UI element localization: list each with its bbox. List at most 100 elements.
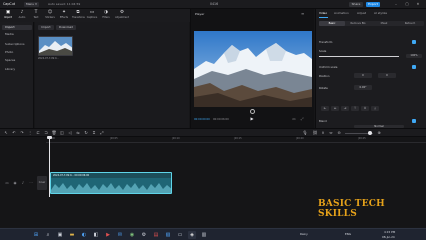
redo-icon[interactable]: ↷ [19,130,25,136]
subtab-remove-bg[interactable]: Remove BG [345,21,371,26]
file-explorer-icon[interactable]: ▬ [68,231,76,239]
delete-icon[interactable]: 🗑 [51,130,57,136]
tool-audio[interactable]: ♪ Audio [16,10,28,21]
notes-icon[interactable]: ▥ [200,231,208,239]
close-icon[interactable]: ✕ [414,1,422,7]
position-x-field[interactable]: 0 [354,73,372,78]
transform-toggle[interactable] [412,40,416,44]
sidebar-item-library[interactable]: Library [2,67,32,72]
align-left-icon[interactable]: ⇤ [321,106,329,111]
playhead[interactable] [49,137,50,197]
zoom-out-icon[interactable]: ⊖ [336,130,342,136]
track-more-icon[interactable]: ⋯ [28,180,34,186]
tool-transitions[interactable]: ⧉ Transitions [72,10,85,21]
play-icon[interactable]: ▶ [249,116,255,122]
zoom-in-icon[interactable]: ⊕ [376,130,382,136]
weather-status[interactable]: Rainy [300,232,308,236]
tool-stickers[interactable]: ☺ Stickers [44,10,56,21]
settings-icon[interactable]: ⚙ [140,231,148,239]
sidebar-item-photo[interactable]: Photo [2,50,32,55]
rotate-field[interactable]: 0.00° [354,85,372,90]
subtab-basic[interactable]: Basic [319,21,345,26]
tool-filters[interactable]: ◑ Filters [100,10,112,21]
uniform-scale-toggle[interactable] [412,65,416,69]
project-name[interactable]: 0416 [210,2,218,7]
rotate-icon[interactable]: ↻ [83,130,89,136]
edge-icon[interactable]: ◐ [80,231,88,239]
position-y-field[interactable]: 0 [378,73,396,78]
more-icon[interactable]: ≡ [301,11,304,16]
preview-axis-icon[interactable]: ⇔ [328,130,334,136]
subtab-mask[interactable]: Mask [371,21,397,26]
photos-icon[interactable]: ▧ [164,231,172,239]
microphone-icon[interactable]: 🎙 [302,130,308,136]
task-view-icon[interactable]: ▣ [56,231,64,239]
crop-icon[interactable]: ⌗ [91,130,97,136]
select-icon[interactable]: ↖ [3,130,9,136]
clock-time[interactable]: 4:15 PM [384,230,395,234]
windows-start-icon[interactable]: ⊞ [32,231,40,239]
capcut-taskbar-icon[interactable]: ◈ [188,231,196,239]
align-top-icon[interactable]: ⤒ [351,106,359,111]
split-left-icon[interactable]: ⊏ [35,130,41,136]
video-clip[interactable]: 2024-07-3 09:0... 00:00:06:00 [50,172,172,194]
menu-button[interactable]: Menu ▾ [24,2,39,7]
timeline-ruler[interactable]: 00:00 |00:05 |00:10 |00:15 |00:20 |00:25 [46,137,426,143]
tool-adjustment[interactable]: ⚙ Adjustment [114,10,130,21]
align-middle-icon[interactable]: ↕ [361,106,369,111]
link-icon[interactable]: ⛓ [312,130,318,136]
ratio-icon[interactable]: ▭ [291,116,297,122]
chrome-icon[interactable]: ◉ [128,231,136,239]
search-icon[interactable]: ⌕ [44,231,52,239]
tool-label: Text [33,16,39,19]
reverse-icon[interactable]: ◁ [67,130,73,136]
fullscreen-icon[interactable]: ⤢ [299,116,305,122]
mirror-icon[interactable]: ⇋ [75,130,81,136]
tool-captions[interactable]: ▭ Captions [86,10,98,21]
tab-video[interactable]: Video [319,11,327,16]
language-indicator[interactable]: ENG [345,232,351,236]
zoom-slider-knob[interactable] [368,131,372,135]
scale-slider[interactable] [319,56,399,57]
scale-value[interactable]: 100% [406,54,422,58]
minimize-icon[interactable]: – [392,1,400,7]
tool-text[interactable]: T Text [30,10,42,21]
tab-animation[interactable]: Animation [334,11,349,16]
split-icon[interactable]: ⋮ [27,130,33,136]
freeze-icon[interactable]: ◫ [59,130,65,136]
track-visibility-icon[interactable]: ◉ [12,180,18,186]
media-app-icon[interactable]: ▶ [104,231,112,239]
tool-import[interactable]: ▣ Import [2,10,14,21]
terminal-icon[interactable]: ▭ [176,231,184,239]
tab-adjust[interactable]: Adjust [357,11,366,16]
media-thumbnail[interactable] [38,36,73,56]
pdf-app-icon[interactable]: ▤ [152,231,160,239]
store-icon[interactable]: ◧ [92,231,100,239]
magnet-icon[interactable]: ∩ [320,130,326,136]
align-right-icon[interactable]: ⇥ [341,106,349,111]
track-lock-icon[interactable]: ▭ [4,180,10,186]
tool-effects[interactable]: ✦ Effects [58,10,70,21]
align-center-icon[interactable]: ↔ [331,106,339,111]
sidebar-item-import[interactable]: Import [2,25,32,30]
maximize-icon[interactable]: ▢ [403,1,411,7]
undo-icon[interactable]: ↶ [11,130,17,136]
subtab-retouch[interactable]: Retouch [397,21,423,26]
align-bottom-icon[interactable]: ⤓ [371,106,379,111]
import-button[interactable]: Import [38,25,54,30]
download-button[interactable]: Download [56,25,76,30]
clock-date[interactable]: 08-Jul-24 [382,235,395,239]
scrubber-knob[interactable] [250,109,255,114]
sidebar-item-media[interactable]: Media [2,32,32,37]
cover-button[interactable]: Cover [37,176,47,190]
sidebar-item-subscriptions[interactable]: Subscriptions [2,42,32,47]
tab-ai-stylize[interactable]: AI stylize [374,11,387,16]
export-button[interactable]: Export [366,2,380,7]
resize-icon[interactable]: ⤢ [99,130,105,136]
share-button[interactable]: Share [349,2,363,7]
sidebar-item-spaces[interactable]: Spaces [2,58,32,63]
mail-icon[interactable]: ✉ [116,231,124,239]
blend-toggle[interactable] [412,119,416,123]
track-audio-icon[interactable]: ♪ [20,180,26,186]
player-preview[interactable] [194,31,312,107]
